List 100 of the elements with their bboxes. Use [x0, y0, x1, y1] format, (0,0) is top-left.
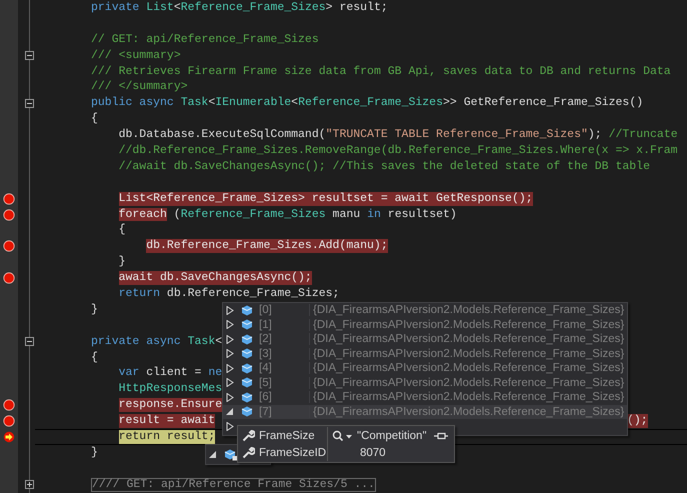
code-token: }	[91, 446, 98, 460]
locked-object-icon	[224, 448, 238, 461]
item-index: [4]	[259, 362, 273, 374]
search-icon[interactable]	[332, 430, 354, 442]
expanded-triangle-icon[interactable]	[226, 407, 234, 416]
code-token: > result;	[326, 1, 388, 15]
code-token: IEnumerable	[215, 96, 292, 110]
wrench-icon	[242, 429, 255, 442]
code-token: {	[91, 112, 98, 126]
code-token: return	[118, 287, 160, 301]
item-index: [3]	[259, 348, 273, 360]
code-token: Reference_Frame_Sizes	[180, 1, 326, 15]
code-comment: /// Retrieves Firearm Frame size data from GB Api, saves data to DB and returns Data	[91, 64, 671, 78]
code-comment: //await db.SaveChangesAsync(); //This saves the deleted state of the DB table	[118, 160, 650, 174]
collapsed-triangle-icon[interactable]	[226, 306, 234, 315]
pin-icon[interactable]	[432, 430, 449, 440]
code-token: db.Reference_Frame_Sizes.Add(manu);	[146, 239, 388, 254]
member-name: FrameSize	[259, 427, 328, 444]
code-token: response.Ensure	[118, 398, 222, 412]
object-icon	[241, 347, 255, 360]
member-value: 8070	[359, 446, 386, 458]
item-value: {DIA_FirearmsAPIversion2.Models.Reference_Frame_Sizes}	[309, 333, 624, 346]
member-value: "Competition"	[356, 430, 427, 442]
code-token: <	[291, 96, 298, 110]
member-name: FrameSizeID	[259, 444, 328, 461]
collapsed-triangle-icon[interactable]	[226, 392, 234, 402]
code-comment: //// GET: api/Reference Frame Sizes/5 ...	[91, 478, 376, 492]
code-token: {	[91, 350, 98, 364]
code-token: private async	[91, 334, 182, 349]
item-index: [1]	[259, 318, 273, 331]
collapse-icon[interactable]	[25, 98, 34, 108]
collapse-icon[interactable]	[25, 337, 34, 346]
code-token: "TRUNCATE TABLE Reference_Frame_Sizes"	[326, 128, 588, 142]
collapsed-triangle-icon[interactable]	[226, 320, 234, 330]
collapsed-triangle-icon[interactable]	[226, 422, 234, 431]
object-icon	[241, 318, 255, 332]
code-token: client =	[145, 366, 202, 380]
code-token: db.Database.ExecuteSqlCommand(	[118, 128, 326, 142]
expand-icon[interactable]	[25, 480, 34, 490]
expanded-triangle-icon[interactable]	[209, 450, 217, 459]
code-comment: //Truncate	[608, 128, 678, 142]
object-icon	[241, 390, 255, 404]
code-token: result = await	[118, 414, 216, 428]
code-token: HttpResponseMes	[118, 382, 222, 396]
item-index: [7]	[259, 406, 273, 418]
breakpoint-icon[interactable]	[3, 208, 15, 221]
code-token: }	[118, 255, 126, 270]
item-value: {DIA_FirearmsAPIversion2.Models.Reference_Frame_Sizes}	[309, 391, 624, 404]
code-token: manu	[332, 208, 362, 222]
code-token: ne	[208, 366, 222, 380]
breakpoint-icon[interactable]	[3, 192, 15, 205]
breakpoint-icon[interactable]	[3, 415, 15, 428]
code-token: private	[91, 1, 140, 15]
code-token: (	[172, 208, 181, 222]
code-token: >> GetReference_Frame_Sizes()	[443, 96, 644, 110]
code-token: <	[208, 96, 216, 110]
code-token: List	[146, 1, 174, 15]
code-token: foreach	[118, 208, 167, 222]
code-comment: /// </summary>	[91, 80, 188, 94]
code-token: var	[118, 366, 140, 380]
collapsed-triangle-icon[interactable]	[226, 334, 234, 344]
breakpoint-icon[interactable]	[3, 399, 15, 412]
code-token: Reference_Frame_Sizes	[298, 96, 443, 110]
code-token: await db.SaveChangesAsync();	[118, 271, 312, 286]
collapsed-triangle-icon[interactable]	[226, 349, 234, 358]
item-value: {DIA_FirearmsAPIversion2.Models.Reference_Frame_Sizes}	[309, 376, 624, 389]
code-token: {	[118, 223, 126, 238]
code-comment: //db.Reference_Frame_Sizes.RemoveRange(db.Reference_Frame_Sizes.Where(x => x.Fram	[118, 144, 678, 158]
code-token: <	[174, 1, 181, 15]
code-token: return result;	[118, 430, 216, 444]
code-token: Task	[188, 334, 216, 349]
item-value: {DIA_FirearmsAPIversion2.Models.Reference_Frame_Sizes}	[309, 318, 624, 331]
breakpoint-icon[interactable]	[3, 240, 15, 252]
code-comment: /// <summary>	[91, 48, 181, 63]
code-token: <	[215, 334, 222, 349]
item-value: {DIA_FirearmsAPIversion2.Models.Reference_Frame_Sizes}	[309, 304, 624, 316]
item-index: [6]	[259, 391, 273, 404]
collapsed-triangle-icon[interactable]	[226, 378, 234, 388]
collapse-icon[interactable]	[25, 51, 34, 60]
code-token: Reference_Frame_Sizes	[180, 208, 326, 222]
object-icon	[241, 362, 255, 375]
collapsed-triangle-icon[interactable]	[226, 364, 234, 373]
object-icon	[241, 405, 255, 418]
code-token: resultset)	[386, 208, 457, 222]
code-token: in	[367, 208, 381, 222]
code-token: }	[91, 302, 98, 317]
code-token: ();	[627, 414, 648, 428]
item-index: [5]	[259, 376, 273, 389]
item-value: {DIA_FirearmsAPIversion2.Models.Reference_Frame_Sizes}	[309, 362, 624, 374]
code-comment: // GET: api/Reference_Frame_Sizes	[91, 32, 319, 47]
code-token: public async	[91, 96, 175, 110]
object-icon	[241, 332, 255, 346]
breakpoint-icon[interactable]	[3, 272, 15, 284]
code-token: );	[588, 128, 602, 142]
item-value: {DIA_FirearmsAPIversion2.Models.Reference_Frame_Sizes}	[309, 348, 624, 360]
object-icon	[241, 304, 255, 317]
code-token: Task	[180, 96, 208, 110]
wrench-icon	[242, 446, 255, 459]
code-token: db.Reference_Frame_Sizes;	[166, 287, 340, 301]
item-index: [0]	[259, 304, 273, 316]
